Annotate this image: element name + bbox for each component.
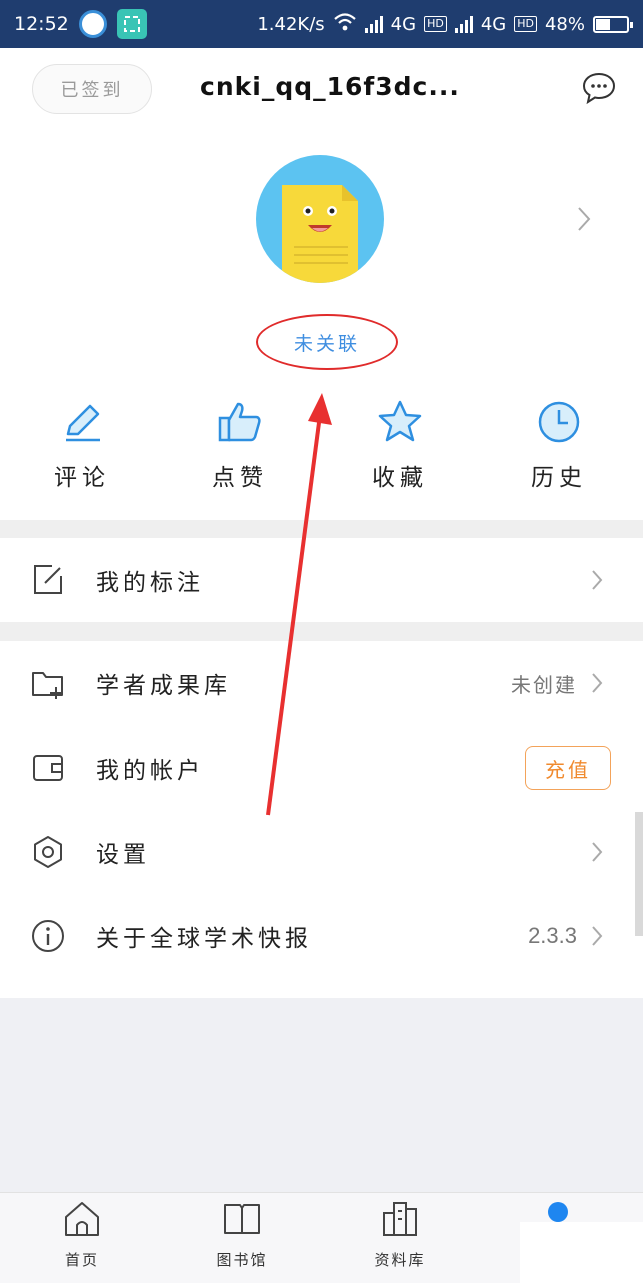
checkin-button[interactable]: 已签到 bbox=[32, 64, 152, 114]
network-type-1: 4G bbox=[390, 13, 417, 35]
clock-icon bbox=[538, 401, 580, 443]
chevron-right-icon bbox=[592, 570, 603, 590]
app-version: 2.3.3 bbox=[528, 923, 577, 948]
wifi-icon bbox=[333, 12, 357, 37]
network-type-2: 4G bbox=[480, 13, 507, 35]
edit-note-icon bbox=[34, 565, 62, 594]
scholar-library-status: 未创建 bbox=[511, 672, 577, 697]
screen-edge-patch bbox=[520, 1222, 643, 1283]
signal-icon bbox=[454, 15, 473, 33]
document-mascot-avatar-icon bbox=[282, 185, 358, 283]
tab-label: 资料库 bbox=[374, 1251, 426, 1269]
wallet-icon bbox=[33, 755, 63, 781]
menu-label: 我的帐户 bbox=[96, 758, 204, 784]
folder-add-icon bbox=[32, 672, 63, 699]
tab-label: 图书馆 bbox=[216, 1251, 268, 1269]
annotation-arrow bbox=[266, 393, 332, 816]
menu-label: 学者成果库 bbox=[96, 673, 231, 699]
scrollbar[interactable] bbox=[635, 812, 643, 936]
username: cnki_qq_16f3dc... bbox=[200, 72, 460, 101]
tab-home[interactable]: 首页 bbox=[22, 1199, 142, 1270]
tab-database[interactable]: 资料库 bbox=[340, 1199, 460, 1270]
quick-action-label: 评论 bbox=[54, 465, 110, 491]
menu-label: 关于全球学术快报 bbox=[96, 926, 312, 952]
hd-badge: HD bbox=[514, 16, 537, 32]
bind-status-link[interactable]: 未关联 bbox=[256, 314, 398, 370]
quick-action-label: 收藏 bbox=[372, 465, 428, 491]
pencil-icon bbox=[66, 404, 100, 442]
battery-icon bbox=[593, 15, 633, 33]
chevron-right-icon[interactable] bbox=[577, 206, 591, 232]
battery-fill bbox=[596, 18, 611, 30]
tab-library[interactable]: 图书馆 bbox=[182, 1199, 302, 1270]
recharge-button[interactable]: 充值 bbox=[525, 746, 611, 790]
profile-header: 已签到 cnki_qq_16f3dc... bbox=[0, 48, 643, 134]
chevron-right-icon bbox=[592, 673, 603, 693]
menu-label: 设置 bbox=[96, 842, 150, 868]
tab-label: 首页 bbox=[64, 1251, 99, 1269]
menu-row-about[interactable]: 关于全球学术快报 2.3.3 bbox=[0, 894, 643, 978]
info-icon bbox=[32, 920, 64, 952]
star-icon bbox=[378, 400, 422, 442]
quick-action-history[interactable]: 历史 bbox=[509, 398, 609, 492]
hd-badge: HD bbox=[424, 16, 447, 32]
quick-action-comment[interactable]: 评论 bbox=[32, 398, 132, 492]
network-speed: 1.42K/s bbox=[257, 13, 325, 35]
empty-area bbox=[0, 998, 643, 1192]
status-time: 12:52 bbox=[14, 13, 69, 35]
chat-bubble-icon[interactable] bbox=[581, 70, 617, 106]
book-icon bbox=[224, 1204, 260, 1234]
screenshot-notification-icon bbox=[116, 9, 147, 39]
buildings-icon bbox=[383, 1202, 417, 1236]
quick-action-favorite[interactable]: 收藏 bbox=[350, 398, 450, 492]
menu-label: 我的标注 bbox=[96, 570, 204, 596]
doraemon-notification-icon bbox=[78, 10, 107, 38]
signal-icon bbox=[364, 15, 383, 33]
chevron-right-icon bbox=[592, 842, 603, 862]
quick-action-label: 历史 bbox=[531, 465, 587, 491]
home-icon bbox=[65, 1202, 99, 1236]
chevron-right-icon bbox=[592, 926, 603, 946]
status-bar: 12:52 1.42K/s 4G HD 4G HD 48% bbox=[0, 0, 643, 48]
hexagon-settings-icon bbox=[34, 836, 62, 868]
avatar[interactable] bbox=[256, 155, 384, 283]
battery-percent: 48% bbox=[544, 13, 585, 35]
